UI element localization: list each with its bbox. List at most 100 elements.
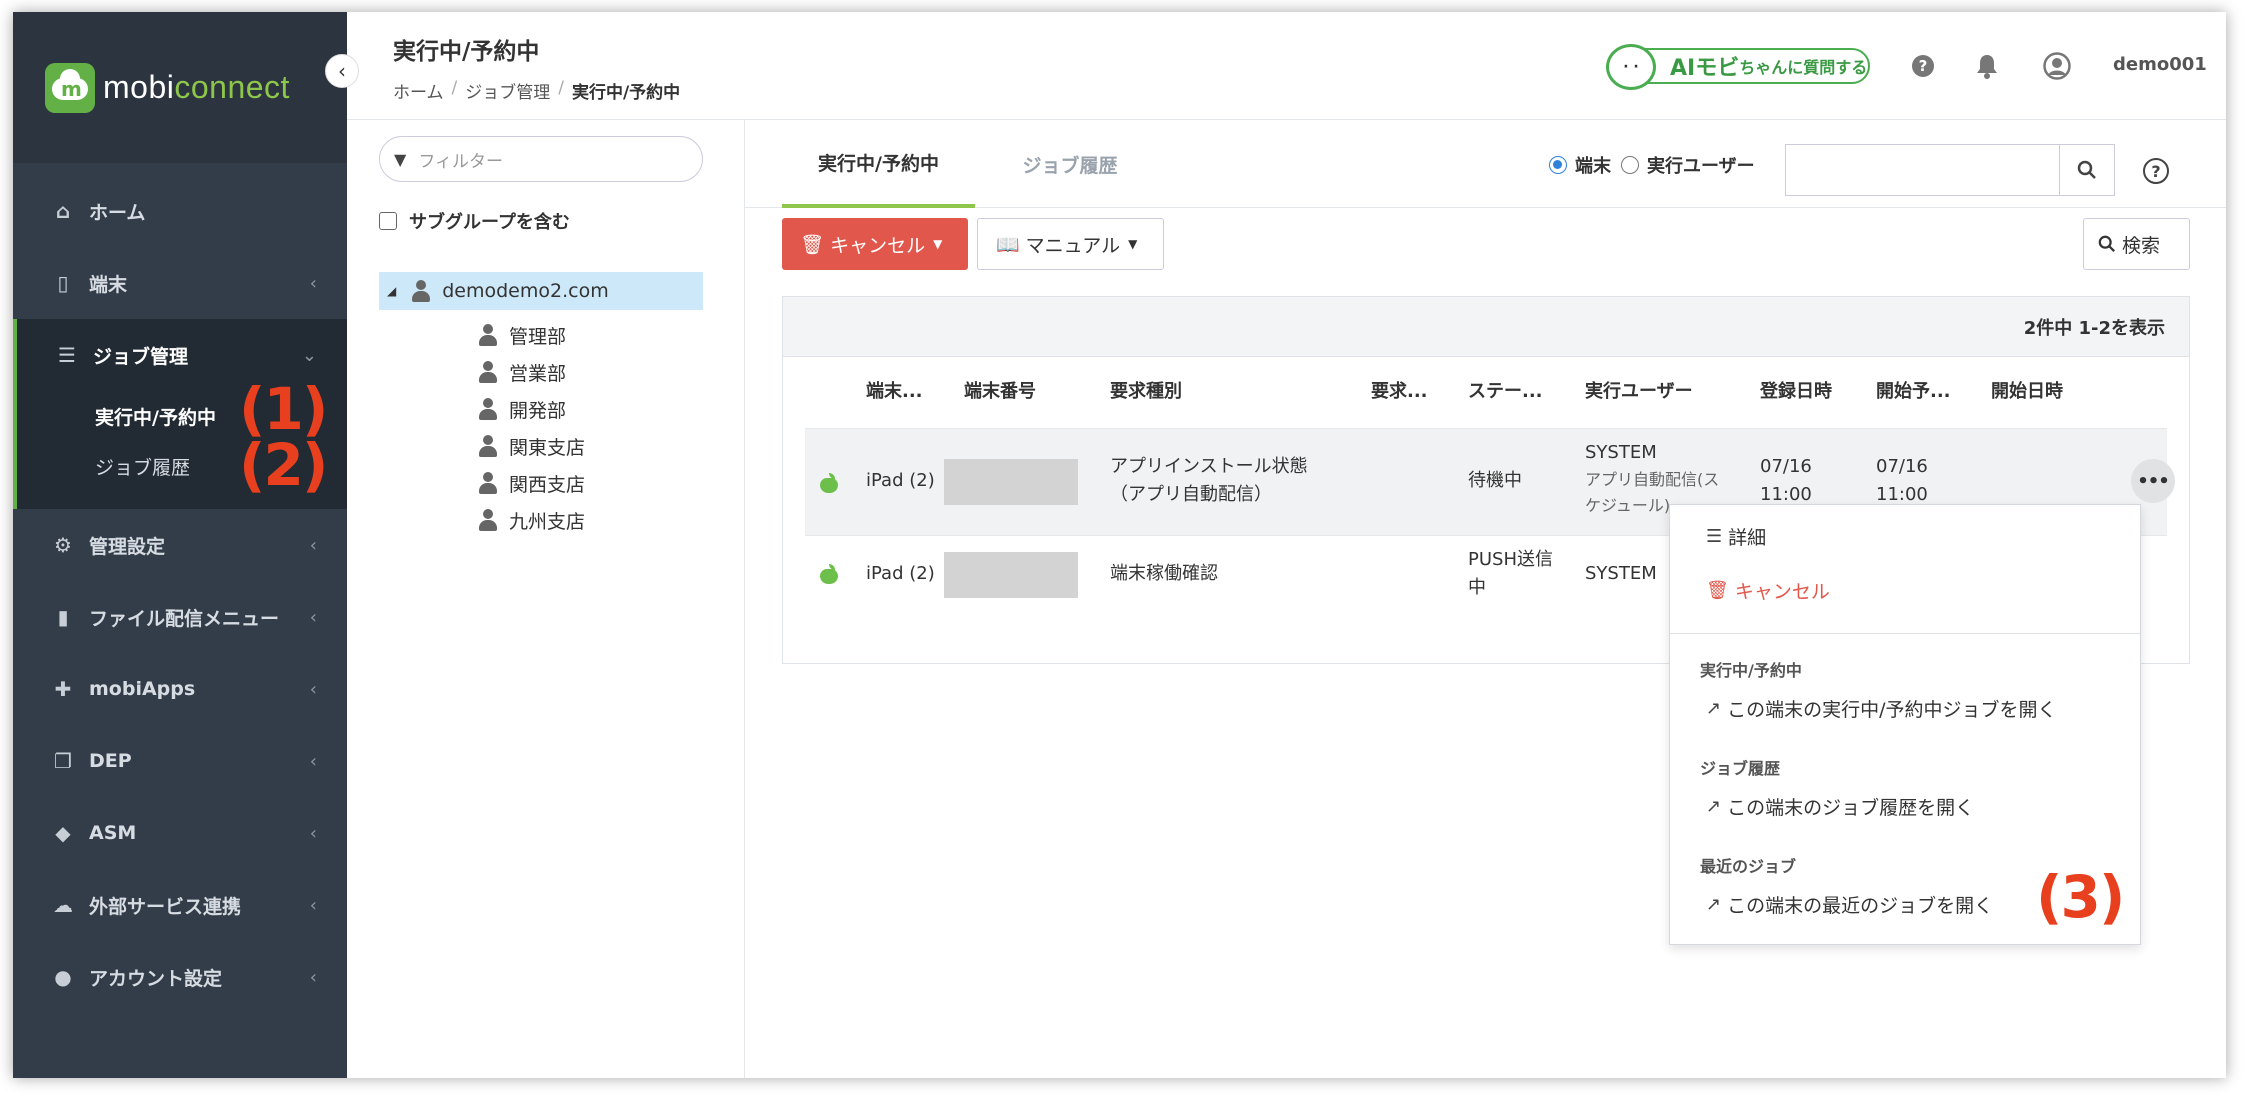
caret-down-icon: ▼ — [933, 237, 943, 251]
annotation-marker-2: (2) — [239, 431, 328, 499]
tree-node[interactable]: 営業部 — [479, 357, 566, 387]
list-icon: ☰ — [1706, 526, 1723, 547]
menu-section-recent: 最近のジョブ — [1700, 857, 1797, 876]
help-icon[interactable]: ? — [1909, 52, 1937, 80]
tree-node[interactable]: 関東支店 — [479, 431, 585, 461]
column-header[interactable]: 端末... — [866, 377, 923, 403]
breadcrumb-separator: / — [451, 78, 458, 98]
book-icon: 📖 — [996, 233, 1020, 256]
search-toggle-button[interactable]: 検索 — [2083, 218, 2190, 270]
breadcrumb-job-management[interactable]: ジョブ管理 — [465, 78, 550, 103]
tree-node-root[interactable]: ◢ demodemo2.com — [379, 272, 703, 310]
include-subgroups-checkbox[interactable]: サブグループを含む — [379, 208, 570, 234]
tab-history[interactable]: ジョブ履歴 — [975, 120, 1165, 208]
sidebar-item-account-settings[interactable]: ● アカウント設定 ‹ — [13, 941, 347, 1013]
column-header[interactable]: 登録日時 — [1760, 377, 1832, 403]
status-cont: 中 — [1468, 577, 1486, 598]
column-header[interactable]: 開始日時 — [1991, 377, 2063, 403]
trash-icon: 🗑 — [800, 233, 825, 256]
request-type: 端末稼働確認 — [1110, 563, 1218, 584]
expand-triangle-icon[interactable]: ◢ — [387, 284, 396, 298]
breadcrumb-separator: / — [558, 78, 564, 98]
search-icon — [2098, 235, 2115, 252]
search-input[interactable] — [1785, 144, 2059, 196]
external-link-icon: ↗ — [1706, 796, 1722, 817]
mobiconnect-logo-icon: m — [45, 62, 95, 113]
annotation-marker-3: (3) — [2036, 863, 2125, 931]
sidebar-item-dep[interactable]: ❐ DEP ‹ — [13, 725, 347, 797]
filter-icon: ▼ — [394, 149, 407, 169]
sidebar-item-asm[interactable]: ◆ ASM ‹ — [13, 797, 347, 869]
sidebar-item-admin-settings[interactable]: ⚙ 管理設定 ‹ — [13, 509, 347, 581]
execute-user-sub: ケジュール) — [1585, 496, 1671, 515]
group-icon — [479, 398, 497, 420]
column-header[interactable]: 開始予... — [1876, 377, 1951, 403]
menu-item-open-running[interactable]: ↗ この端末の実行中/予約中ジョブを開く — [1706, 695, 2057, 722]
radio-button[interactable] — [1621, 156, 1639, 174]
column-header[interactable]: 要求... — [1371, 377, 1428, 403]
sidebar-item-mobiapps[interactable]: ✚ mobiApps ‹ — [13, 653, 347, 725]
request-type-sub: （アプリ自動配信） — [1110, 484, 1272, 505]
sidebar-item-file-delivery[interactable]: ▮ ファイル配信メニュー ‹ — [13, 581, 347, 653]
execute-user-sub: アプリ自動配信(ス — [1585, 470, 1720, 489]
tree-node[interactable]: 開発部 — [479, 394, 566, 424]
manual-dropdown-button[interactable]: 📖 マニュアル ▼ — [977, 218, 1164, 270]
redacted-device-number — [944, 552, 1078, 598]
column-header[interactable]: 要求種別 — [1110, 377, 1182, 403]
file-icon: ▮ — [57, 605, 69, 629]
bell-icon[interactable] — [1973, 52, 2001, 80]
device-name[interactable]: iPad (2) — [866, 467, 935, 495]
tree-node[interactable]: 関西支店 — [479, 468, 585, 498]
sidebar-subitem-history[interactable]: ジョブ履歴 (2) — [17, 431, 347, 499]
puzzle-icon: ✚ — [54, 677, 72, 701]
search-button[interactable] — [2059, 144, 2115, 196]
column-header[interactable]: ステー... — [1468, 377, 1543, 403]
group-icon — [412, 280, 431, 302]
column-header[interactable]: 実行ユーザー — [1585, 377, 1693, 403]
menu-item-open-recent[interactable]: ↗ この端末の最近のジョブを開く — [1706, 891, 1993, 918]
device-icon: ▯ — [57, 271, 69, 295]
more-actions-button[interactable]: ••• — [2131, 459, 2175, 503]
gears-icon: ⚙ — [54, 533, 72, 557]
user-name[interactable]: demo001 — [2113, 54, 2207, 75]
checkbox[interactable] — [379, 212, 397, 230]
sidebar-item-home[interactable]: ⌂ ホーム — [13, 175, 347, 247]
radio-device[interactable]: 端末 — [1549, 152, 1611, 178]
result-count: 2件中 1-2を表示 — [783, 297, 2189, 357]
status: PUSH送信 — [1468, 549, 1553, 570]
group-icon — [479, 324, 497, 346]
menu-item-detail[interactable]: ☰ 詳細 — [1706, 523, 1766, 550]
cancel-dropdown-button[interactable]: 🗑 キャンセル ▼ — [782, 218, 968, 270]
radio-button-selected[interactable] — [1549, 156, 1567, 174]
logo[interactable]: m mobiconnect ‹ — [13, 12, 359, 163]
filter-input[interactable]: ▼ フィルター — [379, 136, 703, 182]
collapse-sidebar-button[interactable]: ‹ — [325, 54, 359, 88]
sidebar-group-job: ☰ ジョブ管理 ⌄ 実行中/予約中 (1) ジョブ履歴 (2) — [13, 319, 347, 509]
ai-mascot-icon: · · — [1606, 44, 1656, 90]
breadcrumb-home[interactable]: ホーム — [393, 78, 444, 103]
home-icon: ⌂ — [55, 199, 71, 223]
chevron-left-icon: ‹ — [309, 678, 317, 700]
menu-item-open-history[interactable]: ↗ この端末のジョブ履歴を開く — [1706, 793, 1974, 820]
device-name[interactable]: iPad (2) — [866, 560, 935, 588]
tab-running[interactable]: 実行中/予約中 — [782, 120, 975, 208]
sidebar-item-external-services[interactable]: ☁ 外部サービス連携 ‹ — [13, 869, 347, 941]
column-header[interactable]: 端末番号 — [964, 377, 1036, 403]
chevron-left-icon: ‹ — [309, 894, 317, 916]
search-icon — [2077, 160, 2096, 179]
radio-execute-user[interactable]: 実行ユーザー — [1621, 152, 1755, 178]
trash-icon: 🗑 — [1706, 580, 1729, 601]
sidebar-item-device[interactable]: ▯ 端末 ‹ — [13, 247, 347, 319]
menu-item-cancel[interactable]: 🗑 キャンセル — [1706, 577, 1830, 604]
tree-node[interactable]: 管理部 — [479, 320, 566, 350]
cloud-icon: ☁ — [53, 893, 73, 917]
ai-assistant-button[interactable]: · · AIモビ ちゃんに質問する — [1606, 44, 1870, 90]
user-avatar-icon[interactable] — [2043, 52, 2071, 80]
chevron-left-icon: ‹ — [309, 272, 317, 294]
question-icon[interactable]: ? — [2143, 158, 2169, 184]
registered-date: 07/16 — [1760, 456, 1812, 477]
external-link-icon: ↗ — [1706, 894, 1722, 915]
tree-node[interactable]: 九州支店 — [479, 505, 585, 535]
row-actions-menu: ☰ 詳細 🗑 キャンセル 実行中/予約中 ↗ この端末の実行中/予約中ジョブを開… — [1669, 504, 2141, 945]
breadcrumb-current: 実行中/予約中 — [571, 83, 681, 103]
